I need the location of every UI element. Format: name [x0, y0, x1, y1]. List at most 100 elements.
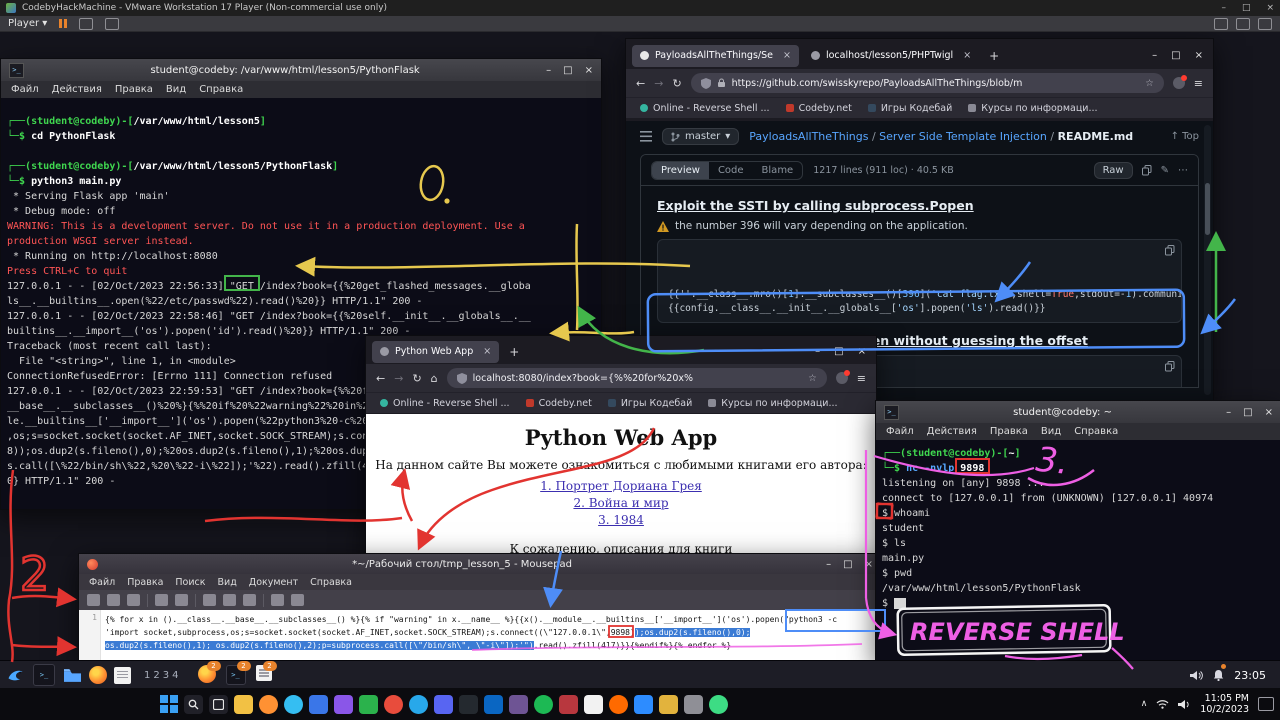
menu-item[interactable]: Файл [11, 84, 39, 95]
new-document-icon[interactable] [87, 594, 100, 606]
account-icon[interactable] [836, 372, 848, 384]
reload-button[interactable]: ↻ [672, 77, 681, 90]
taskbar-app-icon[interactable] [484, 695, 503, 714]
bookmark-item[interactable]: Игры Кодебай [608, 398, 692, 409]
new-tab-button[interactable]: + [503, 345, 525, 359]
taskbar-app-icon[interactable] [384, 695, 403, 714]
back-button[interactable]: ← [636, 77, 645, 90]
menu-item[interactable]: Справка [310, 577, 352, 588]
tab-blame[interactable]: Blame [753, 162, 803, 179]
close-button[interactable]: × [858, 346, 866, 357]
taskbar-app-icon[interactable] [659, 695, 678, 714]
replace-icon[interactable] [291, 594, 304, 606]
tab-python-web-app[interactable]: Python Web App × [372, 341, 499, 363]
vmware-minimize-button[interactable]: – [1221, 3, 1226, 13]
breadcrumb-folder[interactable]: Server Side Template Injection [879, 130, 1047, 143]
action-center-button[interactable] [1258, 697, 1274, 711]
url-bar[interactable]: localhost:8080/index?book={%%20for%20x% … [447, 368, 827, 388]
unity-button[interactable] [1236, 18, 1250, 30]
undo-icon[interactable] [155, 594, 168, 606]
bookmark-star-icon[interactable]: ☆ [1145, 78, 1154, 89]
book-link[interactable]: 3. 1984 [366, 512, 876, 529]
scroll-to-top-link[interactable]: ↑ Top [1171, 131, 1199, 142]
edit-pencil-icon[interactable]: ✎ [1161, 165, 1169, 176]
bookmark-item[interactable]: Курсы по информаци... [708, 398, 837, 409]
workspace-number[interactable]: 2 [153, 670, 159, 681]
taskbar-app-icon[interactable] [334, 695, 353, 714]
menu-item[interactable]: Справка [199, 84, 243, 95]
open-icon[interactable] [107, 594, 120, 606]
taskbar-app-icon[interactable] [534, 695, 553, 714]
close-button[interactable]: × [1265, 407, 1273, 418]
bookmark-item[interactable]: Курсы по информаци... [968, 103, 1097, 114]
windows-clock[interactable]: 11:05 PM 10/2/2023 [1200, 693, 1249, 715]
menu-item[interactable]: Справка [1074, 426, 1118, 437]
fullscreen-button[interactable] [1258, 18, 1272, 30]
taskbar-app-icon[interactable] [509, 695, 528, 714]
cut-icon[interactable] [203, 594, 216, 606]
taskbar-app-icon[interactable] [634, 695, 653, 714]
tab-localhost-phptwig[interactable]: localhost/lesson5/PHPTwigl × [803, 45, 979, 67]
menu-item[interactable]: Правка [990, 426, 1028, 437]
forward-button[interactable]: → [654, 77, 663, 90]
close-button[interactable]: × [585, 65, 593, 76]
bookmark-item[interactable]: Игры Кодебай [868, 103, 952, 114]
menu-item[interactable]: Правка [115, 84, 153, 95]
back-button[interactable]: ← [376, 372, 385, 385]
maximize-button[interactable]: □ [843, 559, 852, 570]
bookmark-item[interactable]: Online - Reverse Shell ... [380, 398, 510, 409]
tab-close-icon[interactable]: × [963, 50, 971, 61]
clock[interactable]: 23:05 [1234, 669, 1266, 682]
suspend-button[interactable] [59, 19, 67, 28]
minimize-button[interactable]: – [826, 559, 831, 570]
breadcrumb-repo[interactable]: PayloadsAllTheThings [749, 130, 868, 143]
find-icon[interactable] [271, 594, 284, 606]
taskbar-firefox-button[interactable]: 2 [198, 665, 216, 685]
maximize-button[interactable]: □ [563, 65, 572, 76]
reload-button[interactable]: ↻ [412, 372, 421, 385]
raw-button[interactable]: Raw [1094, 162, 1133, 179]
hamburger-menu-icon[interactable]: ≡ [1194, 77, 1203, 90]
notification-bell-icon[interactable] [1213, 666, 1224, 685]
redo-icon[interactable] [175, 594, 188, 606]
taskbar-app-icon[interactable] [409, 695, 428, 714]
menu-item[interactable]: Правка [127, 577, 163, 588]
save-icon[interactable] [127, 594, 140, 606]
minimize-button[interactable]: – [546, 65, 551, 76]
search-button[interactable] [184, 695, 203, 714]
account-icon[interactable] [1173, 77, 1185, 89]
taskbar-app-icon[interactable] [434, 695, 453, 714]
workspace-number[interactable]: 1 [144, 670, 150, 681]
tab-close-icon[interactable]: × [483, 346, 491, 357]
taskbar-app-icon[interactable] [709, 695, 728, 714]
section-heading-subprocess-popen[interactable]: Exploit the SSTI by calling subprocess.P… [657, 198, 1182, 213]
workspace-switcher[interactable]: 1234 [144, 670, 179, 681]
taskbar-terminal-button[interactable]: >_2 [226, 665, 246, 685]
book-link[interactable]: 2. Война и мир [366, 495, 876, 512]
minimize-button[interactable]: – [1226, 407, 1231, 418]
snapshot-button[interactable] [105, 18, 119, 30]
taskbar-app-icon[interactable] [309, 695, 328, 714]
new-tab-button[interactable]: + [983, 49, 1005, 63]
menu-item[interactable]: Вид [218, 577, 237, 588]
editor-text[interactable]: {% for x in ().__class__.__base__.__subc… [101, 610, 881, 661]
devices-button[interactable] [1214, 18, 1228, 30]
vmware-maximize-button[interactable]: □ [1242, 3, 1251, 13]
bookmark-item[interactable]: Codeby.net [526, 398, 592, 409]
paste-icon[interactable] [243, 594, 256, 606]
bookmark-item[interactable]: Codeby.net [786, 103, 852, 114]
taskbar-app-icon[interactable] [359, 695, 378, 714]
workspace-number[interactable]: 4 [172, 670, 178, 681]
book-link[interactable]: 1. Портрет Дориана Грея [366, 478, 876, 495]
forward-button[interactable]: → [394, 372, 403, 385]
terminal1-titlebar[interactable]: >_ student@codeby: /var/www/html/lesson5… [1, 59, 601, 81]
mousepad-titlebar[interactable]: *~/Рабочий стол/tmp_lesson_5 - Mousepad … [79, 554, 881, 574]
taskbar-app-icon[interactable] [259, 695, 278, 714]
copy-icon[interactable] [1165, 361, 1175, 372]
taskbar-app-icon[interactable] [234, 695, 253, 714]
tab-preview[interactable]: Preview [652, 162, 709, 179]
taskbar-app-icon[interactable] [609, 695, 628, 714]
terminal2-titlebar[interactable]: >_ student@codeby: ~ – □ × [876, 401, 1280, 423]
start-button[interactable] [160, 695, 178, 713]
menu-item[interactable]: Действия [927, 426, 977, 437]
